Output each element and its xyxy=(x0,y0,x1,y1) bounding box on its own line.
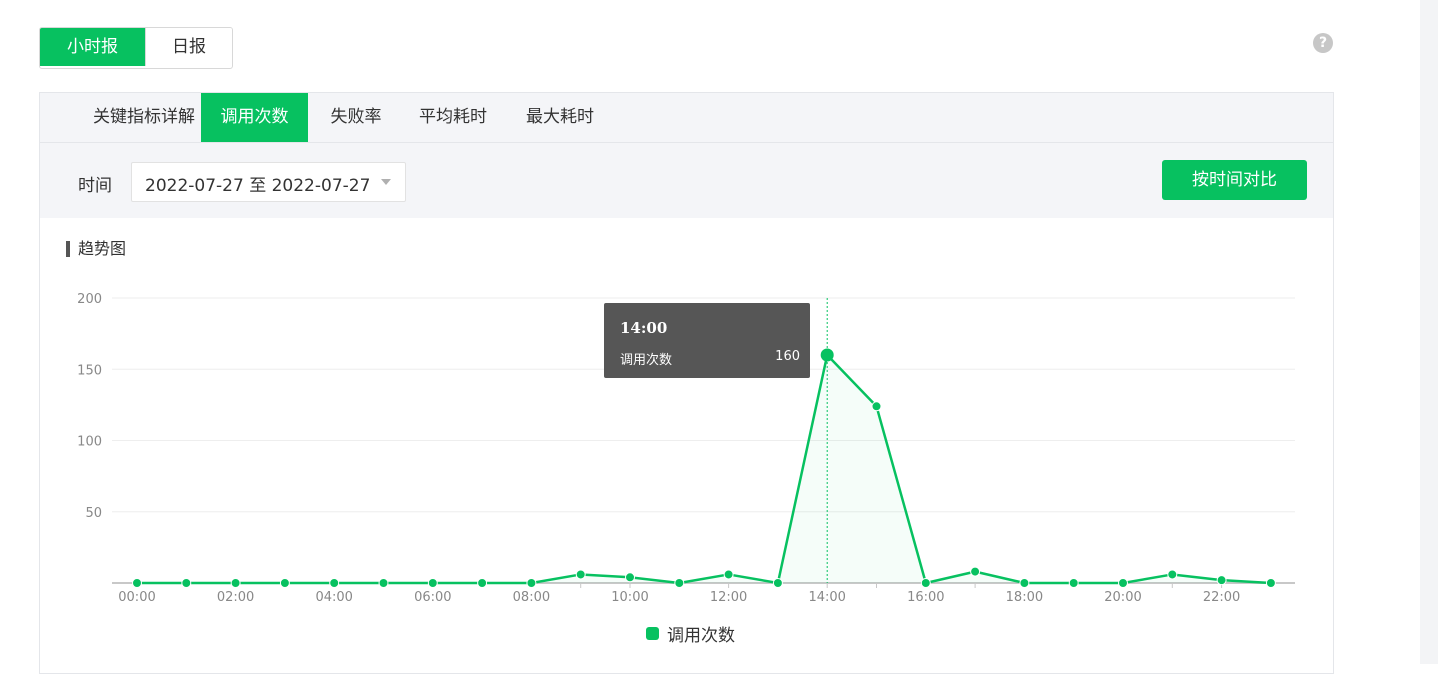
data-point xyxy=(230,578,241,588)
y-tick-label: 200 xyxy=(77,292,102,307)
series-line xyxy=(137,353,1271,585)
hourly-report-toggle[interactable]: 小时报 xyxy=(40,28,145,66)
data-point xyxy=(1167,569,1178,580)
x-tick-label: 00:00 xyxy=(118,590,155,605)
data-point xyxy=(920,578,931,588)
x-tick-label: 14:00 xyxy=(808,590,845,605)
data-point xyxy=(132,578,142,588)
data-point xyxy=(378,578,389,588)
y-tick-label: 150 xyxy=(77,363,102,378)
legend-swatch xyxy=(646,627,659,640)
y-tick-label: 100 xyxy=(77,435,102,450)
data-point xyxy=(674,578,685,588)
legend-label: 调用次数 xyxy=(667,626,735,646)
series-area xyxy=(137,355,1271,583)
chart-legend[interactable]: 调用次数 xyxy=(646,621,735,646)
x-tick-label: 04:00 xyxy=(315,590,352,605)
data-point xyxy=(477,578,488,588)
daily-report-toggle[interactable]: 日报 xyxy=(145,28,232,66)
right-scroll-strip xyxy=(1420,0,1438,664)
data-point xyxy=(772,578,783,588)
data-point xyxy=(625,572,635,583)
tooltip-value: 160 xyxy=(775,349,800,364)
tooltip-title: 14:00 xyxy=(620,319,668,337)
x-tick-label: 02:00 xyxy=(217,590,254,605)
data-point xyxy=(1019,578,1030,588)
data-point xyxy=(1118,578,1128,588)
x-tick-label: 16:00 xyxy=(907,590,944,605)
x-tick-label: 12:00 xyxy=(710,590,747,605)
x-tick-label: 22:00 xyxy=(1203,590,1240,605)
data-point xyxy=(1216,575,1227,586)
data-point xyxy=(329,578,340,588)
data-point xyxy=(279,578,290,588)
data-point xyxy=(871,401,882,412)
trend-chart: 50 100 150 200 00:00 02:00 04:00 06:00 08:00 10:0… xyxy=(77,292,1295,605)
x-tick-label: 10:00 xyxy=(611,590,648,605)
data-point xyxy=(575,569,586,580)
data-point xyxy=(970,566,981,577)
period-toggle: 小时报 日报 xyxy=(39,27,233,69)
data-point xyxy=(1068,578,1079,588)
x-tick-label: 06:00 xyxy=(414,590,451,605)
y-tick-label: 50 xyxy=(85,506,102,521)
tooltip-series-name: 调用次数 xyxy=(620,353,673,368)
data-point xyxy=(181,578,192,588)
data-point xyxy=(526,578,537,588)
metrics-panel: 关键指标详解 调用次数 失败率 平均耗时 最大耗时 时间 2022-07-27 … xyxy=(39,92,1334,674)
x-tick-label: 20:00 xyxy=(1104,590,1141,605)
chart-tooltip: 14:00 调用次数 160 xyxy=(604,303,810,378)
x-tick-label: 08:00 xyxy=(513,590,550,605)
data-point xyxy=(723,569,734,580)
x-tick-label: 18:00 xyxy=(1006,590,1043,605)
data-point xyxy=(1265,578,1276,588)
data-point xyxy=(427,578,438,588)
data-point xyxy=(820,348,834,362)
help-icon[interactable]: ? xyxy=(1313,33,1333,53)
